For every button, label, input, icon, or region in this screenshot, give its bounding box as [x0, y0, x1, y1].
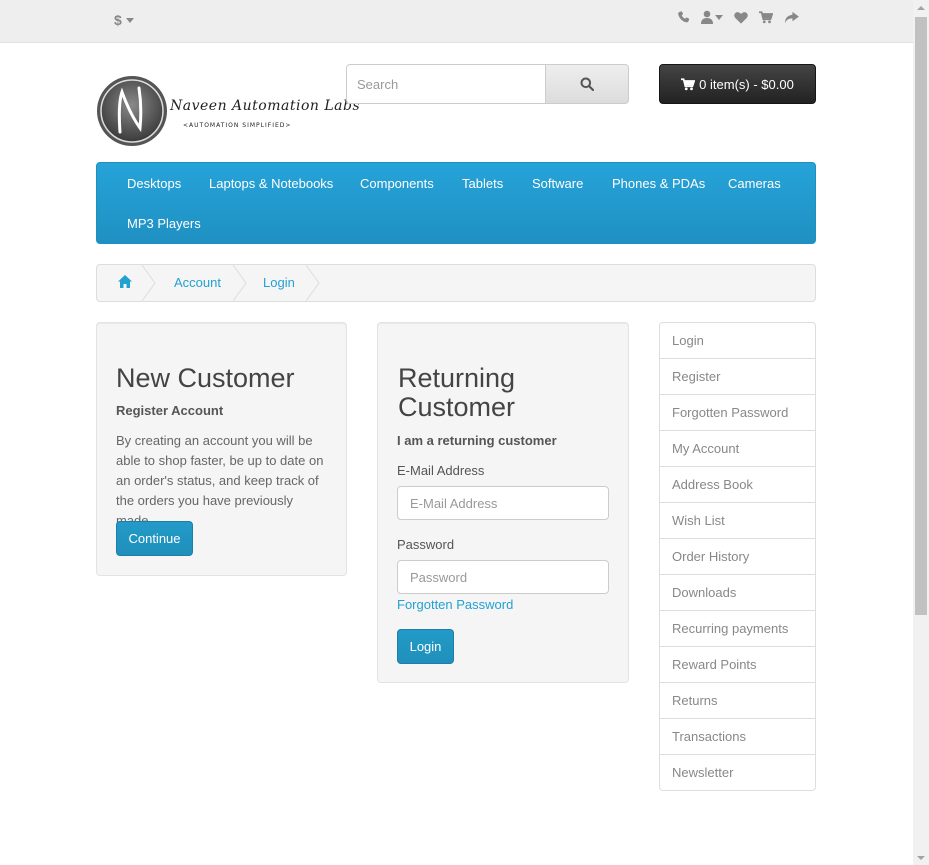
- list-item-transactions[interactable]: Transactions: [659, 718, 816, 755]
- chevron-down-icon: [125, 17, 134, 23]
- logo-title: Naveen Automation Labs: [170, 98, 361, 114]
- password-label: Password: [397, 537, 455, 552]
- password-field[interactable]: [397, 560, 609, 594]
- share-icon[interactable]: [784, 11, 799, 24]
- scroll-thumb[interactable]: [915, 17, 927, 615]
- menu-item-cameras[interactable]: Cameras: [728, 176, 781, 191]
- returning-title-line2: Customer: [398, 392, 516, 422]
- user-icon: [701, 10, 713, 24]
- breadcrumb-separator: [142, 265, 156, 301]
- list-item-my-account[interactable]: My Account: [659, 430, 816, 467]
- email-label: E-Mail Address: [397, 463, 485, 478]
- login-button[interactable]: Login: [397, 629, 454, 664]
- user-dropdown[interactable]: [701, 10, 723, 24]
- search-icon: [580, 77, 594, 91]
- list-item-register[interactable]: Register: [659, 358, 816, 395]
- menu-item-laptops[interactable]: Laptops & Notebooks: [209, 176, 333, 191]
- list-item-newsletter[interactable]: Newsletter: [659, 754, 816, 791]
- top-links: [677, 10, 799, 24]
- search-button[interactable]: [545, 64, 629, 104]
- list-item-reward-points[interactable]: Reward Points: [659, 646, 816, 683]
- breadcrumb: Account Login: [96, 264, 816, 302]
- list-item-login[interactable]: Login: [659, 322, 816, 359]
- cart-button[interactable]: 0 item(s) - $0.00: [659, 64, 816, 104]
- currency-symbol: $: [114, 12, 122, 28]
- returning-title-line1: Returning: [398, 363, 516, 393]
- menu-item-tablets[interactable]: Tablets: [462, 176, 503, 191]
- menu-item-mp3-players[interactable]: MP3 Players: [127, 216, 201, 231]
- continue-button[interactable]: Continue: [116, 521, 193, 556]
- returning-customer-panel: Returning Customer I am a returning cust…: [377, 322, 629, 683]
- account-links-list: Login Register Forgotten Password My Acc…: [659, 322, 816, 791]
- currency-dropdown[interactable]: $: [114, 12, 134, 28]
- cart-total: 0 item(s) - $0.00: [699, 76, 794, 92]
- logo-subtitle: <AUTOMATION SIMPLIFIED>: [183, 122, 292, 129]
- main-menu: Desktops Laptops & Notebooks Components …: [96, 162, 816, 244]
- top-bar: $: [0, 0, 913, 43]
- list-item-returns[interactable]: Returns: [659, 682, 816, 719]
- email-field[interactable]: [397, 486, 609, 520]
- list-item-forgotten-password[interactable]: Forgotten Password: [659, 394, 816, 431]
- menu-item-desktops[interactable]: Desktops: [127, 176, 181, 191]
- menu-item-phones[interactable]: Phones & PDAs: [612, 176, 705, 191]
- chevron-down-icon: [715, 14, 723, 20]
- list-item-wish-list[interactable]: Wish List: [659, 502, 816, 539]
- list-item-downloads[interactable]: Downloads: [659, 574, 816, 611]
- search-input[interactable]: [346, 64, 545, 104]
- scrollbar[interactable]: [913, 0, 929, 865]
- forgotten-password-link[interactable]: Forgotten Password: [397, 597, 513, 612]
- breadcrumb-separator: [233, 265, 247, 301]
- scroll-down-arrow-icon[interactable]: [917, 856, 925, 860]
- shopping-cart-icon[interactable]: [759, 10, 773, 24]
- list-item-order-history[interactable]: Order History: [659, 538, 816, 575]
- shopping-cart-icon: [681, 77, 696, 90]
- returning-customer-title: Returning Customer: [398, 364, 515, 422]
- breadcrumb-separator: [306, 265, 320, 301]
- breadcrumb-login[interactable]: Login: [263, 275, 295, 290]
- new-customer-panel: New Customer Register Account By creatin…: [96, 322, 347, 576]
- scroll-up-arrow-icon[interactable]: [917, 6, 925, 10]
- register-account-heading: Register Account: [116, 403, 224, 418]
- heart-icon[interactable]: [734, 11, 748, 24]
- menu-item-components[interactable]: Components: [360, 176, 434, 191]
- list-item-recurring-payments[interactable]: Recurring payments: [659, 610, 816, 647]
- list-item-address-book[interactable]: Address Book: [659, 466, 816, 503]
- phone-icon[interactable]: [677, 10, 690, 24]
- new-customer-title: New Customer: [116, 363, 295, 393]
- returning-customer-subtitle: I am a returning customer: [397, 433, 557, 448]
- menu-item-software[interactable]: Software: [532, 176, 583, 191]
- breadcrumb-account[interactable]: Account: [174, 275, 221, 290]
- home-icon[interactable]: [118, 275, 132, 291]
- new-customer-description: By creating an account you will be able …: [116, 433, 324, 528]
- logo[interactable]: Naveen Automation Labs <AUTOMATION SIMPL…: [96, 74, 360, 148]
